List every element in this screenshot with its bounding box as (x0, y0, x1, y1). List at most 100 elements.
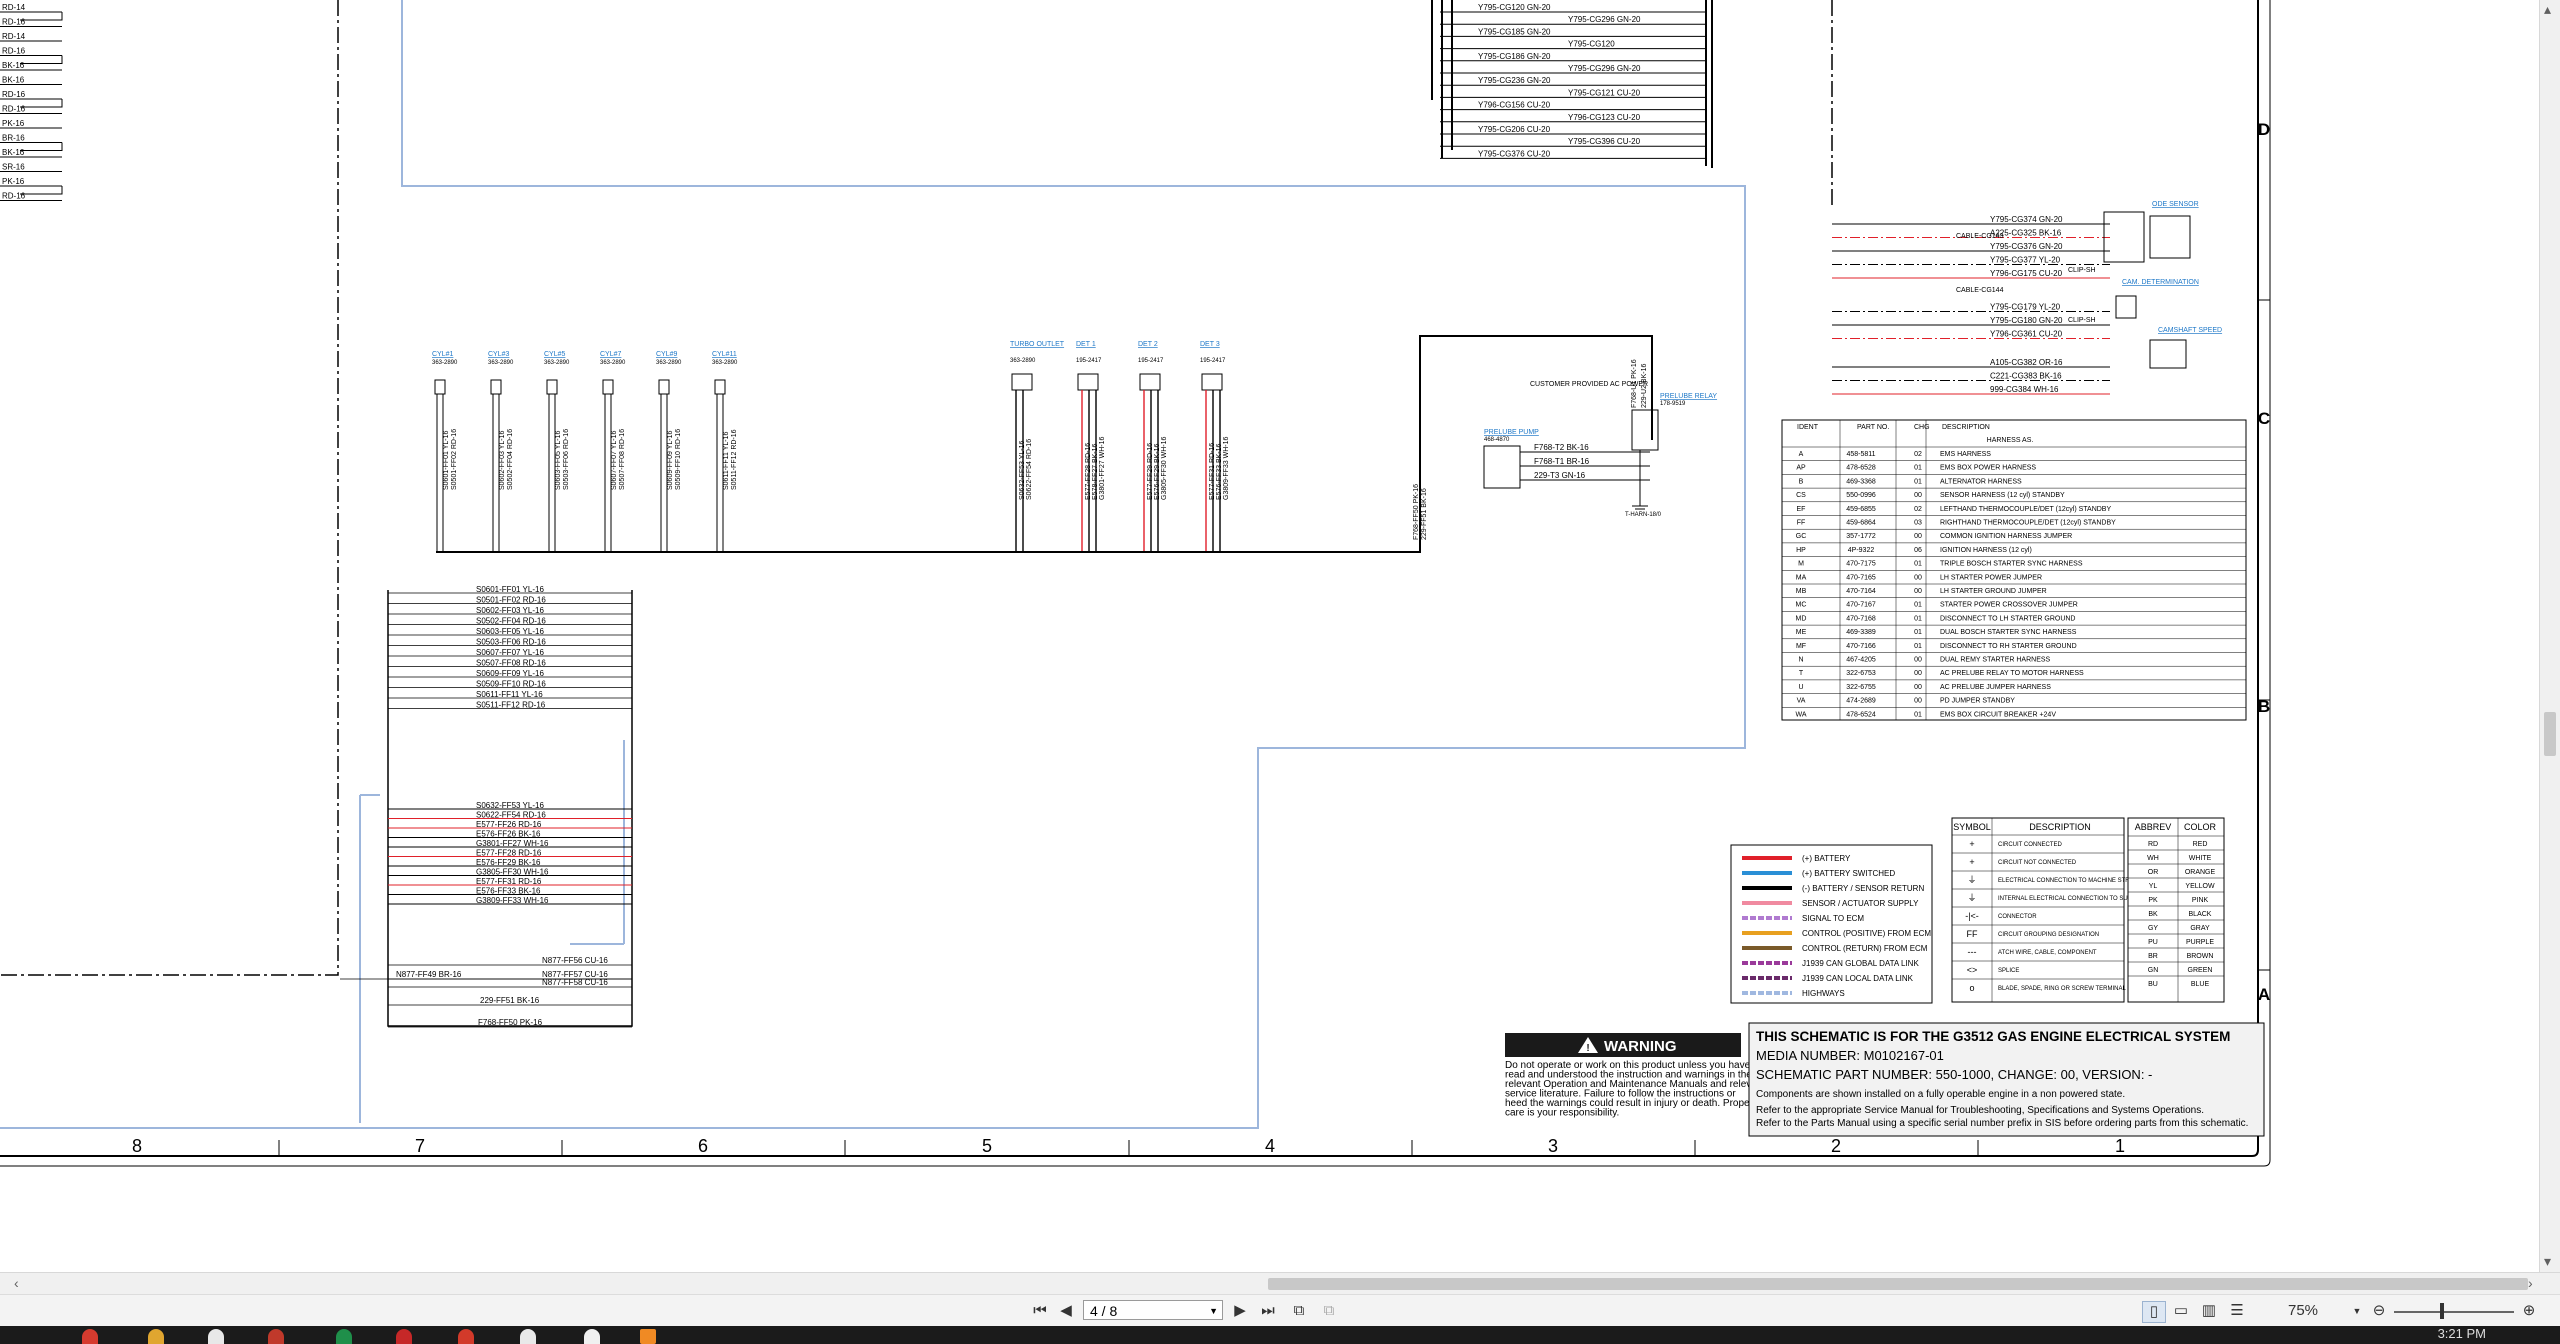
color-name: BLACK (2189, 911, 2212, 918)
harness-cell: EMS BOX POWER HARNESS (1940, 465, 2036, 472)
connector-label: Y795-CG296 GN-20 (1568, 64, 1641, 73)
edge-wire-bend (20, 55, 63, 64)
color-name: PURPLE (2186, 939, 2214, 946)
app-icon-4[interactable] (268, 1329, 284, 1344)
cylinder-title: CYL#9 (656, 351, 678, 358)
color-table-border (2127, 817, 2225, 1003)
bundle-wire-label: S0609-FF09 YL-16 (476, 669, 544, 678)
navigation-toolbar: ⏮ ◀ 4 / 8 ▼ ▶ ⏭ ⧉ ⧉ ▯ ▭ ▥ ☰ 75% ▼ ⊖ ⊕ (0, 1294, 2560, 1327)
last-page-icon[interactable]: ⏭ (1258, 1301, 1278, 1321)
next-page-icon[interactable]: ▶ (1232, 1301, 1248, 1321)
previous-page-icon[interactable]: ◀ (1058, 1301, 1074, 1321)
app-icon-8[interactable] (520, 1329, 536, 1344)
device-title: DET 2 (1138, 341, 1158, 348)
cylinder-title: CYL#5 (544, 351, 566, 358)
zoom-slider[interactable] (2394, 1311, 2514, 1313)
symbol-glyph: ⏚ (1967, 893, 1976, 903)
thermocouple-connector (434, 379, 446, 395)
bundle-wire-label: S0509-FF10 RD-16 (476, 680, 546, 689)
symbol-description: ATCH WIRE, CABLE, COMPONENT (1998, 950, 2097, 956)
prelube-relay-pn: 178-9519 (1660, 401, 1686, 407)
next-view-icon[interactable]: ⧉ (1318, 1301, 1340, 1321)
prelube-pump-box (1483, 445, 1521, 489)
legend-label: (+) BATTERY (1802, 854, 1851, 863)
connector-label: Y795-CG120 (1568, 40, 1615, 49)
document-viewport[interactable]: 8 7 6 5 4 3 2 1 D C B A RD-14 RD-16 RD-14 RD-16 BK-16 B… (0, 0, 2540, 1272)
app-icon-2[interactable] (148, 1329, 164, 1344)
harness-header: PART NO. (1857, 424, 1889, 431)
zoom-out-icon[interactable]: ⊖ (2368, 1301, 2390, 1321)
ground-label: T-HARN-18/0 (1625, 512, 1662, 518)
zoom-level[interactable]: 75% (2288, 1301, 2318, 1321)
scroll-left-arrow-icon[interactable]: ‹ (14, 1276, 19, 1290)
sensor-wire-label: 999-CG384 WH-16 (1990, 385, 2059, 394)
column-marker: 1 (2115, 1136, 2125, 1156)
bundle-wire-label: S0507-FF08 RD-16 (476, 659, 546, 668)
bundle-wire-label: S0602-FF03 YL-16 (476, 606, 544, 615)
cylinder-wire-label: S0601-FF01 YL-16 (443, 430, 450, 490)
color-abbrev: BU (2148, 981, 2158, 988)
color-name: GREEN (2188, 967, 2213, 974)
svg-text:!: ! (1586, 1043, 1589, 1054)
facing-view-icon[interactable]: ▥ (2198, 1301, 2220, 1321)
cylinder-wire-label: S0603-FF05 YL-16 (555, 430, 562, 490)
color-name: ORANGE (2185, 869, 2216, 876)
harness-cell: 478-6524 (1846, 711, 1876, 718)
app-icon-5[interactable] (336, 1329, 352, 1344)
prelube-wire-label: 229-T3 GN-16 (1534, 471, 1586, 480)
scroll-up-arrow-icon[interactable]: ▴ (2544, 2, 2551, 16)
harness-cell: 470-7165 (1846, 574, 1876, 581)
harness-cell: 01 (1914, 615, 1922, 622)
edge-wire-bend (20, 99, 63, 108)
app-icon-active[interactable] (640, 1329, 656, 1344)
single-page-view-icon[interactable]: ▯ (2142, 1301, 2166, 1323)
vertical-scroll-thumb[interactable] (2544, 712, 2556, 756)
previous-view-icon[interactable]: ⧉ (1288, 1301, 1310, 1321)
app-icon-7[interactable] (458, 1329, 474, 1344)
color-abbrev: GN (2148, 967, 2159, 974)
zoom-slider-handle[interactable] (2440, 1303, 2444, 1319)
bundle-wire-label: E576-FF29 BK-16 (476, 858, 541, 867)
device-part-number: 195-2417 (1076, 358, 1102, 364)
harness-cell: T (1799, 670, 1804, 677)
symbol-description: CIRCUIT CONNECTED (1998, 842, 2063, 848)
harness-cell: HP (1796, 547, 1806, 554)
symbol-glyph: + (1969, 839, 1974, 849)
highway-outlines (0, 0, 1746, 1129)
app-icon-9[interactable] (584, 1329, 600, 1344)
harness-cell: 01 (1914, 465, 1922, 472)
harness-cell: 00 (1914, 684, 1922, 691)
horizontal-scroll-thumb[interactable] (1268, 1278, 2528, 1290)
prelube-relay-title: PRELUBE RELAY (1660, 393, 1717, 400)
thermocouple-connector (714, 379, 726, 395)
edge-wire-label: RD-16 (2, 18, 26, 27)
harness-header: DESCRIPTION (1942, 424, 1990, 431)
page-dropdown-icon[interactable]: ▼ (1209, 1301, 1218, 1321)
color-abbrev: OR (2148, 869, 2159, 876)
scroll-right-arrow-icon[interactable]: › (2528, 1276, 2533, 1290)
page-number-field[interactable]: 4 / 8 ▼ (1083, 1300, 1223, 1320)
edge-wire-label: RD-16 (2, 105, 26, 114)
zoom-in-icon[interactable]: ⊕ (2518, 1301, 2540, 1321)
bundle-wire-label: F768-FF50 PK-16 (478, 1018, 543, 1027)
cylinder-part-number: 363-2890 (712, 360, 738, 366)
app-icon-1[interactable] (82, 1329, 98, 1344)
first-page-icon[interactable]: ⏮ (1030, 1301, 1050, 1321)
horizontal-scrollbar[interactable]: ‹ › (0, 1272, 2560, 1295)
continuous-view-icon[interactable]: ▭ (2170, 1301, 2192, 1321)
app-icon-6[interactable] (396, 1329, 412, 1344)
scroll-down-arrow-icon[interactable]: ▾ (2544, 1254, 2551, 1268)
symbol-description: BLADE, SPADE, RING OR SCREW TERMINAL (1998, 986, 2126, 992)
harness-cell: 470-7166 (1846, 643, 1876, 650)
vertical-scrollbar[interactable]: ▴ ▾ (2539, 0, 2560, 1272)
symbol-description: CIRCUIT GROUPING DESIGNATION (1998, 932, 2099, 938)
app-icon-3[interactable] (208, 1329, 224, 1344)
connector-label: Y795-CG376 CU-20 (1478, 149, 1551, 158)
media-number: MEDIA NUMBER: M0102167-01 (1756, 1048, 1944, 1063)
continuous-facing-view-icon[interactable]: ☰ (2226, 1301, 2248, 1321)
device-title: DET 1 (1076, 341, 1096, 348)
harness-cell: TRIPLE BOSCH STARTER SYNC HARNESS (1940, 561, 2083, 568)
zoom-dropdown-icon[interactable]: ▼ (2352, 1301, 2362, 1321)
cylinder-part-number: 363-2890 (432, 360, 458, 366)
prelube-relay-box (1631, 409, 1659, 451)
